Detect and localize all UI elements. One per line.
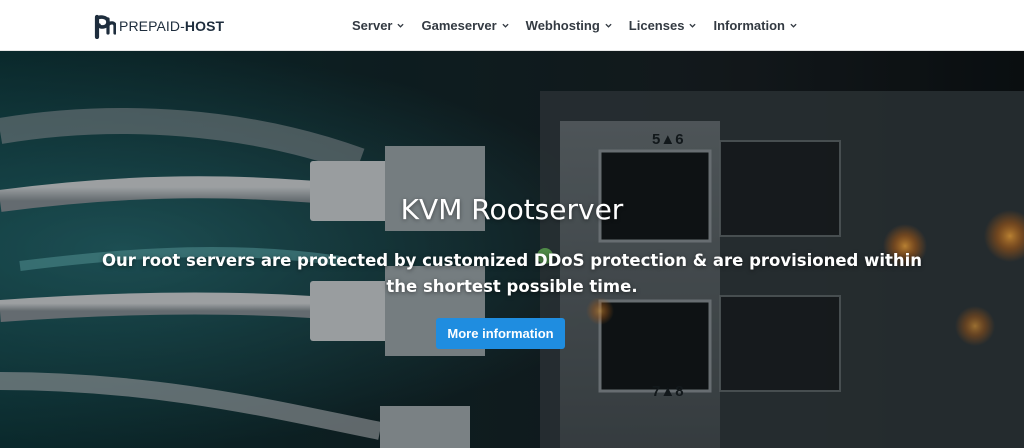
logo-text-light: PREPAID-: [119, 18, 185, 34]
nav-item-licenses[interactable]: Licenses: [629, 18, 697, 33]
chevron-down-icon: [689, 23, 697, 28]
nav-item-webhosting[interactable]: Webhosting: [526, 18, 612, 33]
nav-item-gameserver[interactable]: Gameserver: [421, 17, 509, 33]
logo-mark-icon: [94, 14, 116, 39]
nav-item-label: Webhosting: [525, 17, 600, 33]
nav-item-label: Licenses: [628, 17, 685, 33]
logo[interactable]: PREPAID-HOST: [94, 13, 224, 39]
hero-content: KVM Rootserver Our root servers are prot…: [0, 51, 1024, 448]
logo-text-bold: HOST: [184, 18, 225, 34]
hero-subtitle: Our root servers are protected by custom…: [101, 251, 923, 296]
nav-item-server[interactable]: Server: [352, 17, 405, 33]
nav-item-label: Server: [352, 17, 393, 33]
site-header: PREPAID-HOST Server Gameserver Webhostin…: [0, 0, 1024, 51]
hero-title: KVM Rootserver: [400, 193, 624, 226]
more-information-button[interactable]: More information: [436, 318, 565, 349]
chevron-down-icon: [790, 23, 797, 28]
nav-item-label: Gameserver: [421, 17, 497, 33]
logo-text: PREPAID-HOST: [119, 18, 224, 34]
hero-section: 5▲6 7▲8 KVM Rootserver Our root servers …: [0, 51, 1024, 448]
nav-item-information[interactable]: Information: [713, 18, 797, 33]
nav-item-label: Information: [713, 17, 785, 33]
chevron-down-icon: [397, 23, 405, 28]
chevron-down-icon: [605, 23, 612, 28]
main-nav: Server Gameserver Webhosting Licenses In…: [352, 0, 814, 50]
chevron-down-icon: [502, 23, 509, 28]
